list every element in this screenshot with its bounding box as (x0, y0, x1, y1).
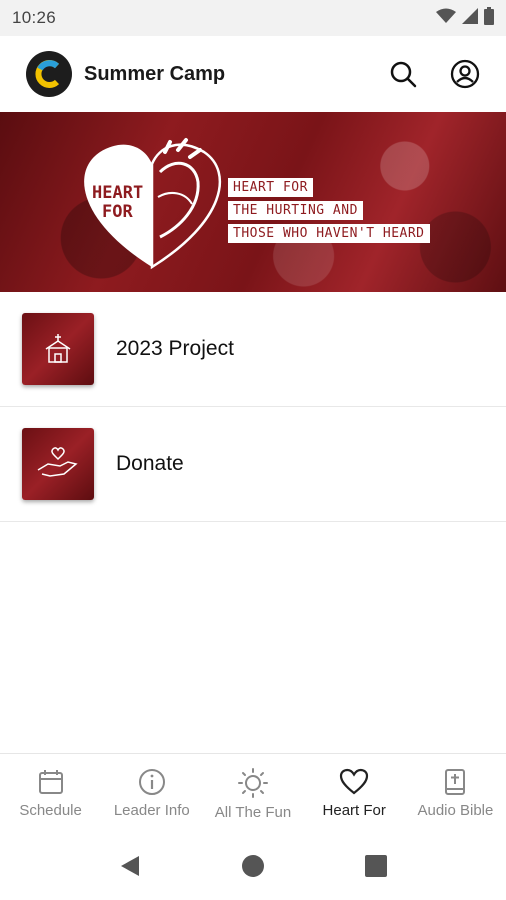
back-button[interactable] (119, 854, 141, 878)
camp-logo-icon (35, 60, 60, 88)
nav-label: Audio Bible (417, 802, 494, 819)
list-item-thumbnail (22, 428, 94, 500)
heart-for-wordmark-line2: FOR (102, 202, 133, 222)
list-item-2023-project[interactable]: 2023 Project (0, 292, 506, 407)
content-list: 2023 Project Donate (0, 292, 506, 522)
status-bar: 10:26 (0, 0, 506, 36)
recents-square-icon (365, 854, 387, 877)
signal-icon (462, 7, 478, 29)
bible-icon (445, 769, 466, 795)
heart-for-wordmark: HEART FOR (92, 184, 143, 222)
nav-label: Leader Info (113, 802, 190, 819)
nav-item-audio-bible[interactable]: Audio Bible (405, 754, 506, 831)
account-icon (450, 59, 480, 89)
nav-label: All The Fun (214, 804, 292, 821)
back-triangle-icon (121, 855, 139, 876)
status-icons (436, 6, 494, 30)
church-icon (45, 334, 71, 363)
list-item-label: Donate (116, 452, 184, 475)
home-circle-icon (242, 854, 264, 877)
banner-tag: HEART FOR (228, 178, 313, 197)
calendar-icon (38, 770, 63, 794)
app-title: Summer Camp (84, 62, 226, 85)
list-item-thumbnail (22, 313, 94, 385)
bottom-nav: Schedule Leader Info All The Fun Heart F… (0, 753, 506, 831)
home-button[interactable] (241, 854, 265, 878)
nav-label: Heart For (322, 802, 386, 819)
banner-tagline: HEART FOR THE HURTING AND THOSE WHO HAVE… (228, 178, 430, 243)
list-item-label: 2023 Project (116, 337, 234, 360)
nav-item-all-the-fun[interactable]: All The Fun (202, 754, 303, 831)
info-icon (138, 769, 165, 795)
list-item-donate[interactable]: Donate (0, 407, 506, 522)
app-logo[interactable] (26, 51, 72, 97)
app-bar: Summer Camp (0, 36, 506, 112)
nav-label: Schedule (19, 802, 82, 819)
nav-item-leader-info[interactable]: Leader Info (101, 754, 202, 831)
banner-tag: THE HURTING AND (228, 201, 363, 220)
heart-icon (340, 768, 369, 795)
status-time: 10:26 (12, 8, 57, 27)
sun-icon (238, 768, 268, 798)
giving-hand-icon (37, 447, 78, 477)
system-nav-bar (0, 831, 506, 900)
search-button[interactable] (388, 59, 418, 89)
account-button[interactable] (450, 59, 480, 89)
recents-button[interactable] (365, 854, 387, 877)
heart-for-wordmark-line1: HEART (92, 183, 144, 203)
heart-for-banner: HEART FOR HEART FOR THE HURTING AND THOS… (0, 112, 506, 292)
battery-icon (484, 6, 494, 30)
banner-tag: THOSE WHO HAVEN'T HEARD (228, 224, 430, 243)
wifi-icon (436, 8, 456, 29)
search-icon (390, 61, 417, 88)
nav-item-heart-for[interactable]: Heart For (304, 754, 405, 831)
app-actions (388, 59, 480, 89)
nav-item-schedule[interactable]: Schedule (0, 754, 101, 831)
